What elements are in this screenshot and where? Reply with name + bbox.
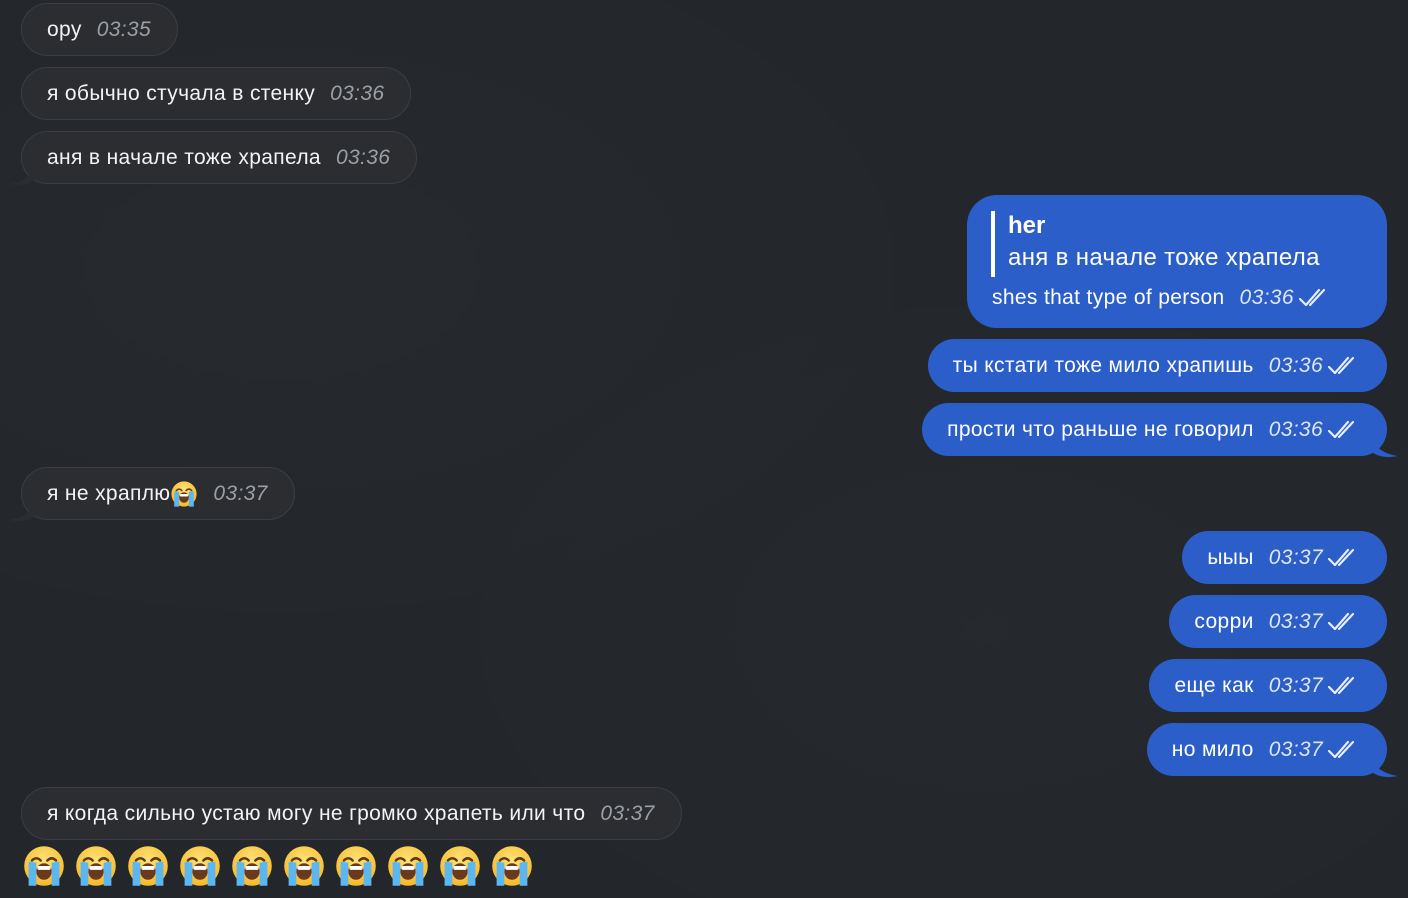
message-incoming[interactable]: ору 03:35 <box>21 3 178 56</box>
message-text: ты кстати тоже мило храпишь <box>952 353 1254 377</box>
message-text: еще как <box>1174 673 1254 697</box>
message-text: но мило <box>1171 737 1254 761</box>
message-outgoing[interactable]: еще как 03:37 <box>1149 659 1387 712</box>
message-time: 03:37 <box>213 481 268 505</box>
message-time: 03:37 <box>1268 609 1323 633</box>
message-outgoing[interactable]: но мило 03:37 <box>1146 723 1387 776</box>
loudly-crying-face-icon <box>440 846 480 886</box>
message-incoming[interactable]: я не храплю 03:37 <box>21 467 295 520</box>
message-outgoing[interactable]: ты кстати тоже мило храпишь 03:36 <box>927 339 1387 392</box>
loudly-crying-face-icon <box>128 846 168 886</box>
message-text: ору <box>47 17 82 41</box>
double-check-icon <box>1328 356 1355 374</box>
bubble-tail-incoming <box>9 502 35 521</box>
message-text: ыыы <box>1207 545 1254 569</box>
bubble-tail-outgoing <box>1372 758 1398 777</box>
message-time: 03:36 <box>1268 417 1323 441</box>
message-time: 03:36 <box>1239 286 1294 309</box>
message-text: аня в начале тоже храпела <box>47 145 321 169</box>
double-check-icon <box>1328 612 1355 630</box>
message-incoming[interactable]: аня в начале тоже храпела 03:36 <box>21 131 418 184</box>
message-time: 03:35 <box>96 17 151 41</box>
message-time: 03:36 <box>1268 353 1323 377</box>
double-check-icon <box>1298 288 1325 307</box>
message-time: 03:37 <box>600 801 655 825</box>
emoji-message[interactable] <box>22 844 534 888</box>
message-text: я не храплю <box>47 481 171 505</box>
reply-quote[interactable]: her аня в начале тоже храпела <box>991 211 1320 277</box>
double-check-icon <box>1328 548 1355 566</box>
loudly-crying-face-icon <box>492 846 532 886</box>
bubble-tail-incoming <box>9 166 35 185</box>
message-time: 03:37 <box>1268 673 1323 697</box>
message-incoming[interactable]: я обычно стучала в стенку 03:36 <box>21 67 412 120</box>
message-outgoing-reply[interactable]: her аня в начале тоже храпела shes that … <box>967 195 1387 328</box>
message-outgoing[interactable]: прости что раньше не говорил 03:36 <box>922 403 1387 456</box>
loudly-crying-face-icon <box>24 846 64 886</box>
reply-quoted-text: аня в начале тоже храпела <box>1008 244 1320 271</box>
message-text: я обычно стучала в стенку <box>47 81 316 105</box>
message-text: я когда сильно устаю могу не громко храп… <box>47 801 586 825</box>
message-time: 03:37 <box>1268 545 1323 569</box>
message-outgoing[interactable]: ыыы 03:37 <box>1182 531 1387 584</box>
bubble-tail-outgoing <box>1372 438 1398 457</box>
loudly-crying-face-icon <box>388 846 428 886</box>
double-check-icon <box>1328 740 1355 758</box>
message-outgoing[interactable]: сорри 03:37 <box>1169 595 1387 648</box>
message-time: 03:36 <box>330 81 385 105</box>
reply-author: her <box>1008 212 1046 239</box>
loudly-crying-face-icon <box>284 846 324 886</box>
message-text: сорри <box>1194 609 1254 633</box>
loudly-crying-face-icon <box>180 846 220 886</box>
loudly-crying-face-icon <box>171 480 198 507</box>
loudly-crying-face-icon <box>232 846 272 886</box>
message-time: 03:37 <box>1268 737 1323 761</box>
message-time: 03:36 <box>335 145 391 169</box>
loudly-crying-face-icon <box>336 846 376 886</box>
message-text: прости что раньше не говорил <box>947 417 1254 441</box>
message-incoming[interactable]: я когда сильно устаю могу не громко храп… <box>21 787 682 840</box>
message-text: shes that type of person <box>992 286 1225 309</box>
loudly-crying-face-icon <box>76 846 116 886</box>
double-check-icon <box>1328 676 1355 694</box>
double-check-icon <box>1328 420 1355 438</box>
